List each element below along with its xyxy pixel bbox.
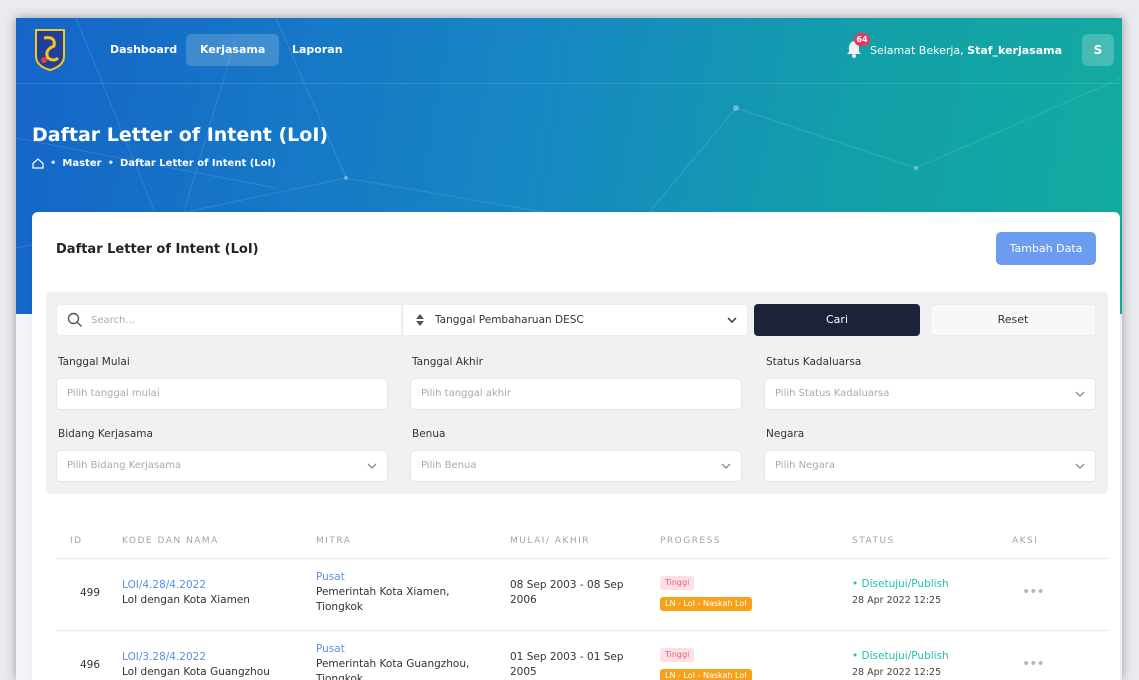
row-partner: Pusat Pemerintah Kota Guangzhou, Tiongko… xyxy=(316,642,496,680)
row-id: 496 xyxy=(80,659,101,671)
more-actions-icon[interactable]: ••• xyxy=(1022,584,1045,600)
field-label: Bidang Kerjasama xyxy=(58,428,153,440)
col-progress[interactable]: PROGRESS xyxy=(660,536,721,546)
country-placeholder: Pilih Negara xyxy=(775,460,836,471)
row-partner-type[interactable]: Pusat xyxy=(316,642,496,657)
breadcrumb-master[interactable]: Master xyxy=(62,158,101,169)
notification-badge: 64 xyxy=(854,33,870,46)
priority-tag: Tinggi xyxy=(660,648,695,662)
row-partner-name: Pemerintah Kota Xiamen, Tiongkok xyxy=(316,586,450,613)
country-select[interactable]: Pilih Negara xyxy=(764,450,1096,482)
expiry-status-label: Status Kadaluarsa xyxy=(766,356,862,368)
reset-button[interactable]: Reset xyxy=(930,304,1096,336)
greeting: Selamat Bekerja, Staf_kerjasama xyxy=(870,44,1062,57)
row-name: LoI dengan Kota Xiamen xyxy=(122,594,250,606)
end-date-label: Tanggal Akhir xyxy=(412,356,483,368)
country-label: Negara xyxy=(766,428,805,440)
greeting-text: Selamat Bekerja, xyxy=(869,44,968,57)
chevron-down-icon xyxy=(727,317,737,324)
filter-panel: Tanggal Pembaharuan DESC Cari Reset Tang… xyxy=(46,292,1108,494)
status-badge: • Disetujui/Publish xyxy=(852,650,949,662)
loi-card: Daftar Letter of Intent (LoI) Tambah Dat… xyxy=(32,212,1120,680)
row-partner-type[interactable]: Pusat xyxy=(316,570,496,585)
col-status[interactable]: STATUS xyxy=(852,536,895,546)
home-icon[interactable] xyxy=(32,158,44,169)
col-period[interactable]: MULAI/ AKHIR xyxy=(510,536,590,546)
row-partner: Pusat Pemerintah Kota Xiamen, Tiongkok xyxy=(316,570,496,615)
continent-placeholder: Pilih Benua xyxy=(421,460,477,471)
nav-laporan[interactable]: Laporan xyxy=(278,34,357,66)
row-code-name: LOI/4.28/4.2022 LoI dengan Kota Xiamen xyxy=(122,578,250,608)
expiry-status-placeholder: Pilih Status Kadaluarsa xyxy=(775,388,890,399)
row-divider xyxy=(56,630,1110,631)
row-code-link[interactable]: LOI/3.28/4.2022 xyxy=(122,650,270,665)
priority-tag: Tinggi xyxy=(660,576,695,590)
start-date-input[interactable]: Pilih tanggal mulai xyxy=(56,378,388,410)
sort-icon xyxy=(416,314,424,326)
top-navbar: Dashboard Kerjasama Laporan 64 Selamat B… xyxy=(16,18,1122,84)
row-period: 01 Sep 2003 - 01 Sep 2005 xyxy=(510,651,624,678)
end-date-input[interactable]: Pilih tanggal akhir xyxy=(410,378,742,410)
status-date: 28 Apr 2022 12:25 xyxy=(852,667,942,678)
app-window: Dashboard Kerjasama Laporan 64 Selamat B… xyxy=(16,18,1122,680)
breadcrumb: • Master • Daftar Letter of Intent (LoI) xyxy=(32,158,276,169)
header-divider xyxy=(56,558,1110,559)
search-icon xyxy=(67,312,82,327)
nav-kerjasama[interactable]: Kerjasama xyxy=(186,34,280,66)
stage-tag: LN - LoI - Naskah LoI xyxy=(660,597,752,611)
row-period: 08 Sep 2003 - 08 Sep 2006 xyxy=(510,579,624,606)
expiry-status-select[interactable]: Pilih Status Kadaluarsa xyxy=(764,378,1096,410)
row-code-link[interactable]: LOI/4.28/4.2022 xyxy=(122,578,250,593)
more-actions-icon[interactable]: ••• xyxy=(1022,656,1045,672)
nav-dashboard[interactable]: Dashboard xyxy=(96,34,191,66)
status-date: 28 Apr 2022 12:25 xyxy=(852,595,942,606)
continent-label: Benua xyxy=(412,428,446,440)
col-code-name[interactable]: KODE DAN NAMA xyxy=(122,536,219,546)
status-badge: • Disetujui/Publish xyxy=(852,578,949,590)
col-action: AKSI xyxy=(1012,536,1039,546)
username: Staf_kerjasama xyxy=(967,44,1062,57)
field-placeholder: Pilih Bidang Kerjasama xyxy=(67,460,182,471)
add-data-button[interactable]: Tambah Data xyxy=(996,232,1096,265)
col-id[interactable]: ID xyxy=(70,536,83,546)
start-date-label: Tanggal Mulai xyxy=(58,356,130,368)
avatar[interactable]: S xyxy=(1082,34,1114,66)
chevron-down-icon xyxy=(367,463,377,469)
chevron-down-icon xyxy=(721,463,731,469)
chevron-down-icon xyxy=(1075,463,1085,469)
continent-select[interactable]: Pilih Benua xyxy=(410,450,742,482)
stage-tag: LN - LoI - Naskah LoI xyxy=(660,669,752,680)
row-partner-name: Pemerintah Kota Guangzhou, Tiongkok xyxy=(316,658,470,680)
field-select[interactable]: Pilih Bidang Kerjasama xyxy=(56,450,388,482)
search-button[interactable]: Cari xyxy=(754,304,920,336)
card-title: Daftar Letter of Intent (LoI) xyxy=(56,242,259,257)
sort-value: Tanggal Pembaharuan DESC xyxy=(435,314,584,326)
page-title: Daftar Letter of Intent (LoI) xyxy=(32,124,329,146)
chevron-down-icon xyxy=(1075,391,1085,397)
search-input[interactable] xyxy=(91,305,391,335)
city-logo[interactable] xyxy=(34,28,66,72)
col-partner[interactable]: MITRA xyxy=(316,536,351,546)
search-box xyxy=(56,304,402,336)
sort-select[interactable]: Tanggal Pembaharuan DESC xyxy=(402,304,748,336)
row-code-name: LOI/3.28/4.2022 LoI dengan Kota Guangzho… xyxy=(122,650,270,680)
breadcrumb-current: Daftar Letter of Intent (LoI) xyxy=(119,158,276,169)
row-name: LoI dengan Kota Guangzhou xyxy=(122,666,270,678)
row-id: 499 xyxy=(80,587,101,599)
